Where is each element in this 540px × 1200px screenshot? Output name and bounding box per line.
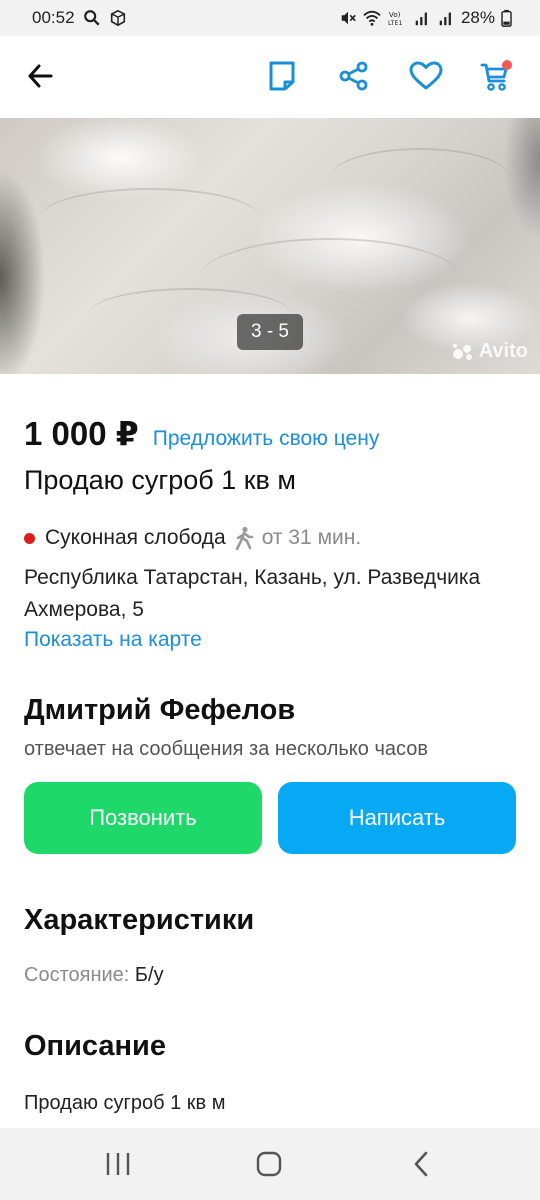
snow-texture-4	[330, 148, 510, 208]
specs-heading: Характеристики	[24, 904, 255, 936]
share-icon	[339, 61, 368, 91]
home-button[interactable]	[249, 1146, 289, 1182]
volte-icon: Vo) LTE1	[388, 10, 402, 27]
photo-counter: 3 - 5	[237, 314, 303, 350]
signal-icon	[415, 12, 427, 26]
address: Республика Татарстан, Казань, ул. Развед…	[24, 566, 481, 621]
walking-icon	[235, 526, 254, 550]
avito-wordmark: Avito	[478, 340, 528, 362]
cart-badge	[502, 60, 512, 70]
recent-apps-icon	[106, 1153, 130, 1175]
seller-response-time: отвечает на сообщения за несколько часов	[24, 738, 428, 760]
battery-percent: 28%	[460, 8, 495, 27]
signal-icon-2	[439, 12, 451, 26]
description-heading: Описание	[24, 1030, 166, 1062]
heart-icon	[409, 61, 443, 90]
system-nav-bar	[0, 1128, 540, 1200]
metro-line-dot	[24, 532, 35, 544]
message-button[interactable]: Написать	[278, 782, 516, 854]
note-button[interactable]	[262, 56, 302, 96]
battery-icon	[501, 9, 512, 27]
status-time: 00:52	[32, 8, 75, 27]
cart-icon	[480, 60, 512, 91]
home-icon	[256, 1151, 282, 1177]
wifi-icon	[363, 10, 381, 26]
seller-name[interactable]: Дмитрий Фефелов	[24, 694, 295, 727]
offer-price-link[interactable]: Предложить свою цену	[153, 427, 380, 451]
note-icon	[269, 61, 295, 91]
price-row: 1 000 ₽ Предложить свою цену	[24, 414, 379, 453]
package-icon	[110, 9, 125, 27]
favorite-button[interactable]	[406, 56, 446, 96]
show-on-map-link[interactable]: Показать на карте	[24, 628, 202, 652]
cart-button[interactable]	[476, 56, 516, 96]
back-arrow-icon	[28, 64, 53, 88]
metro-station: Суконная слобода	[45, 526, 226, 549]
share-button[interactable]	[334, 56, 374, 96]
search-icon	[83, 10, 100, 26]
photo-gallery[interactable]: 3 - 5 Avito	[0, 118, 540, 374]
spec-condition: Состояние: Б/у	[24, 964, 164, 987]
status-bar: 00:52 Vo) LTE1 28%	[0, 0, 540, 36]
spec-condition-key: Состояние:	[24, 964, 130, 986]
recent-apps-button[interactable]	[98, 1146, 138, 1182]
mute-icon	[341, 11, 356, 25]
listing-title: Продаю сугроб 1 кв м	[24, 465, 296, 495]
svg-text:Vo): Vo)	[389, 10, 401, 19]
system-back-button[interactable]	[401, 1146, 441, 1182]
avito-logo-icon	[452, 343, 472, 360]
svg-text:LTE1: LTE1	[388, 20, 402, 27]
back-button[interactable]	[20, 56, 60, 96]
price: 1 000 ₽	[24, 415, 139, 452]
app-bar	[0, 36, 540, 118]
walk-time: от 31 мин.	[261, 526, 362, 549]
metro-info: Суконная слобода от 31 мин.	[24, 526, 361, 550]
back-icon	[414, 1151, 428, 1177]
call-button[interactable]: Позвонить	[24, 782, 262, 854]
snow-texture	[40, 188, 260, 248]
photo-shadow	[0, 158, 70, 374]
description-text: Продаю сугроб 1 кв м	[24, 1092, 226, 1114]
spec-condition-value: Б/у	[134, 964, 164, 986]
avito-watermark: Avito	[452, 340, 528, 363]
